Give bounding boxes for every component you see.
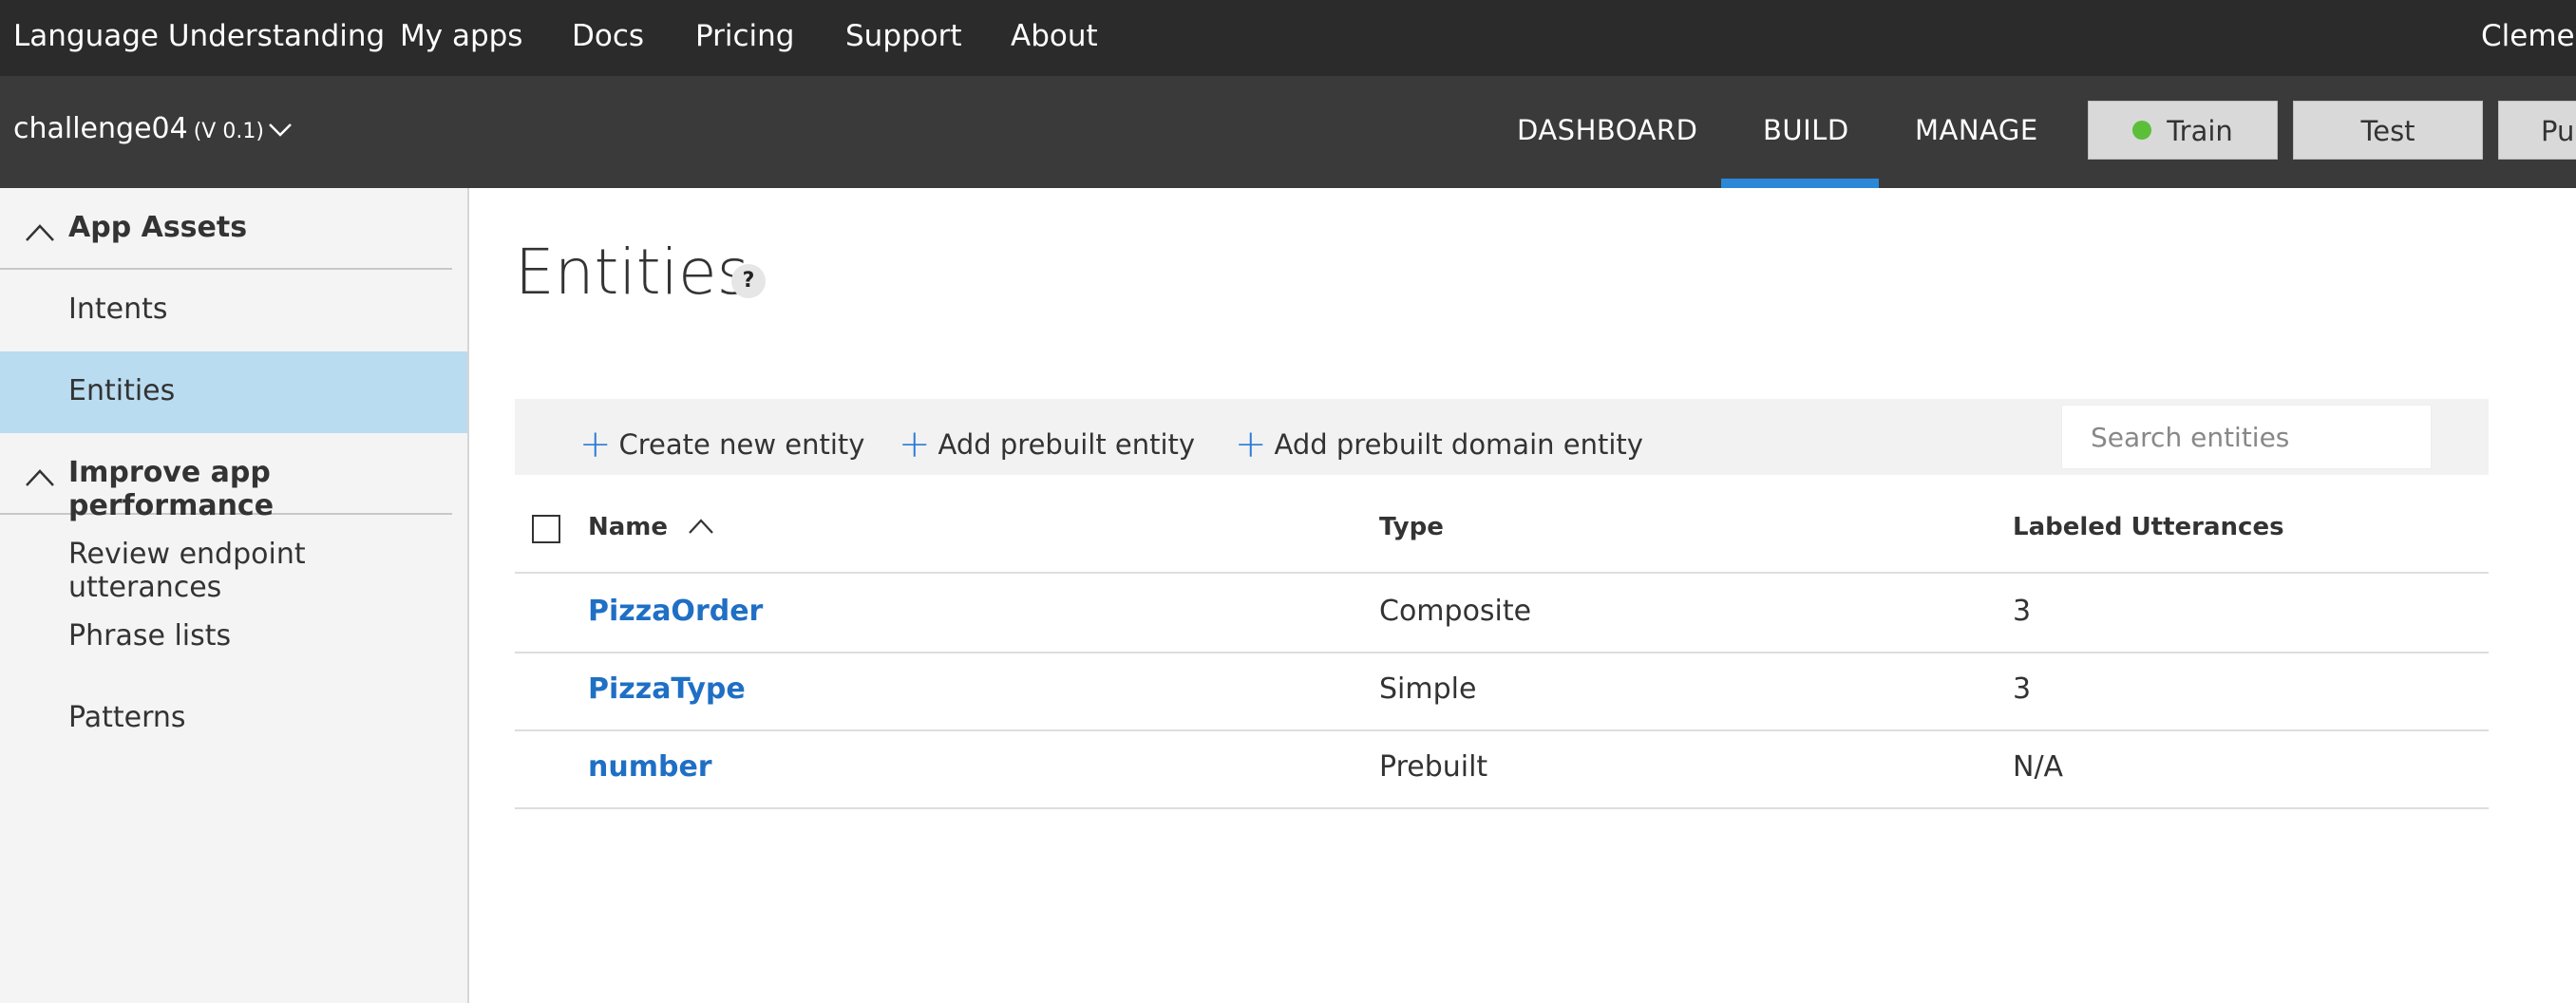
page-title: Entities	[515, 236, 749, 309]
sidebar-item-label: Review endpoint utterances	[68, 538, 306, 604]
train-button[interactable]: Train	[2088, 101, 2278, 160]
plus-icon: +	[1235, 423, 1267, 466]
section-title: Improve app performance	[68, 456, 275, 522]
create-new-entity-button[interactable]: + Create new entity	[579, 420, 865, 466]
entities-toolbar: + Create new entity + Add prebuilt entity …	[515, 399, 2489, 475]
publish-button[interactable]: Pu	[2498, 101, 2576, 160]
sidebar-item-label: Intents	[68, 293, 168, 326]
sidebar-item-review-endpoint-utterances[interactable]: Review endpoint utterances	[0, 515, 467, 604]
column-header-name[interactable]: Name	[588, 513, 714, 541]
user-account-link[interactable]: Clement	[2481, 19, 2576, 53]
table-row[interactable]: number Prebuilt N/A	[515, 729, 2489, 809]
sidebar-item-phrase-lists[interactable]: Phrase lists	[0, 596, 467, 678]
test-button[interactable]: Test	[2293, 101, 2483, 160]
sidebar: App Assets Intents Entities Improve app …	[0, 188, 469, 1003]
column-header-label: Name	[588, 513, 669, 541]
chevron-up-icon	[25, 217, 55, 250]
plus-icon: +	[579, 423, 612, 466]
active-tab-indicator	[1721, 179, 1879, 188]
sidebar-item-patterns[interactable]: Patterns	[0, 678, 467, 760]
entity-type: Prebuilt	[1379, 750, 1488, 784]
entity-labeled-utterances: 3	[2013, 672, 2032, 706]
add-prebuilt-entity-label: Add prebuilt entity	[938, 428, 1196, 461]
test-button-label: Test	[2360, 115, 2415, 147]
select-all-checkbox[interactable]	[532, 515, 560, 543]
sort-ascending-icon	[688, 513, 714, 541]
plus-icon: +	[899, 423, 931, 466]
entity-name-link[interactable]: PizzaOrder	[588, 595, 763, 628]
add-prebuilt-entity-button[interactable]: + Add prebuilt entity	[899, 420, 1196, 466]
entity-labeled-utterances: 3	[2013, 595, 2032, 628]
app-name: challenge04	[13, 112, 188, 145]
entity-type: Composite	[1379, 595, 1532, 628]
add-prebuilt-domain-entity-label: Add prebuilt domain entity	[1274, 428, 1643, 461]
table-row[interactable]: PizzaType Simple 3	[515, 652, 2489, 731]
add-prebuilt-domain-entity-button[interactable]: + Add prebuilt domain entity	[1235, 420, 1643, 466]
train-status-icon	[2132, 121, 2152, 140]
app-version-selector[interactable]: challenge04 (V 0.1)	[13, 112, 293, 145]
train-button-label: Train	[2167, 115, 2233, 147]
nav-link-pricing[interactable]: Pricing	[695, 19, 795, 53]
entity-name-link[interactable]: PizzaType	[588, 672, 746, 706]
sidebar-item-label: Patterns	[68, 701, 186, 734]
column-header-labeled-utterances[interactable]: Labeled Utterances	[2013, 513, 2284, 541]
nav-link-my-apps[interactable]: My apps	[400, 19, 522, 53]
help-icon[interactable]: ?	[731, 264, 766, 298]
entity-labeled-utterances: N/A	[2013, 750, 2064, 784]
tab-manage[interactable]: MANAGE	[1915, 114, 2038, 146]
section-app-assets[interactable]: App Assets	[0, 188, 452, 270]
sidebar-item-entities[interactable]: Entities	[0, 351, 467, 433]
table-row[interactable]: PizzaOrder Composite 3	[515, 574, 2489, 653]
entity-name-link[interactable]: number	[588, 750, 712, 784]
nav-link-support[interactable]: Support	[845, 19, 962, 53]
section-title: App Assets	[68, 211, 248, 244]
nav-link-docs[interactable]: Docs	[572, 19, 644, 53]
chevron-down-icon	[264, 112, 293, 145]
tab-dashboard[interactable]: DASHBOARD	[1517, 114, 1697, 146]
chevron-up-icon	[25, 462, 55, 495]
tab-build[interactable]: BUILD	[1763, 114, 1849, 146]
sidebar-item-label: Entities	[68, 374, 176, 407]
sidebar-item-intents[interactable]: Intents	[0, 270, 467, 351]
create-new-entity-label: Create new entity	[618, 428, 865, 461]
section-improve-app-performance[interactable]: Improve app performance	[0, 433, 452, 522]
top-nav-bar: Language Understanding My apps Docs Pric…	[0, 0, 2576, 76]
column-header-type[interactable]: Type	[1379, 513, 1444, 541]
app-bar: challenge04 (V 0.1) DASHBOARD BUILD MANAG…	[0, 76, 2576, 188]
publish-button-label: Pu	[2541, 115, 2575, 147]
app-version: (V 0.1)	[193, 120, 264, 143]
entity-type: Simple	[1379, 672, 1477, 706]
sidebar-item-label: Phrase lists	[68, 619, 232, 653]
nav-link-about[interactable]: About	[1011, 19, 1098, 53]
table-header: Name Type Labeled Utterances	[515, 494, 2489, 574]
brand-link[interactable]: Language Understanding	[13, 19, 385, 53]
search-entities-input[interactable]	[2061, 405, 2432, 469]
